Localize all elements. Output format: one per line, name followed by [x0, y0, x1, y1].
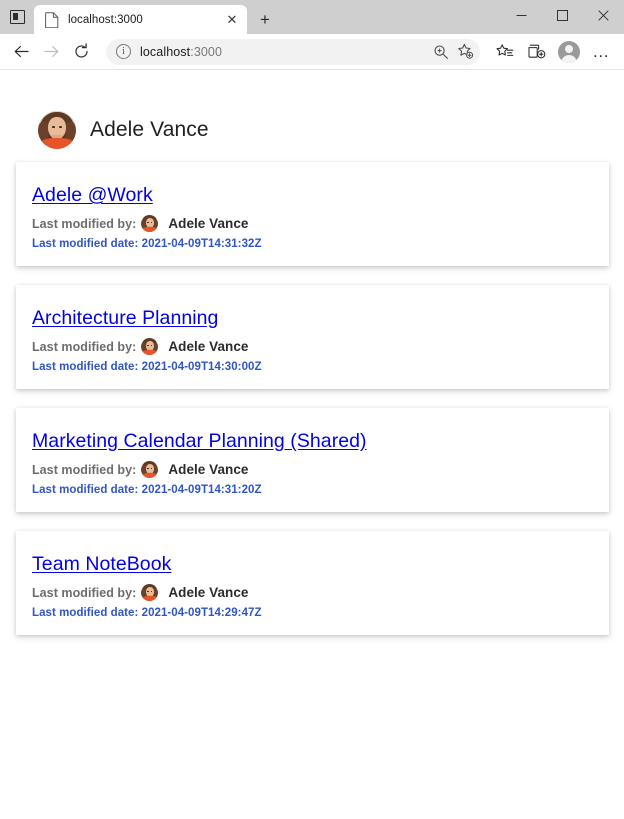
- notebook-link[interactable]: Marketing Calendar Planning (Shared): [32, 430, 367, 453]
- minimize-button[interactable]: [501, 0, 542, 30]
- list-item[interactable]: Adele @Work Last modified by: Adele Vanc…: [16, 162, 609, 266]
- favorites-button[interactable]: [490, 37, 520, 67]
- back-arrow-icon: [14, 45, 29, 58]
- modified-by-name: Adele Vance: [168, 462, 249, 477]
- profile-avatar-icon: [558, 40, 580, 63]
- forward-arrow-icon: [43, 45, 58, 58]
- url-suffix: :3000: [190, 44, 223, 59]
- tab-strip: localhost:3000 ✕ +: [0, 0, 624, 34]
- modified-date: Last modified date: 2021-04-09T14:30:00Z: [32, 361, 262, 373]
- refresh-button[interactable]: [66, 37, 96, 67]
- page-viewport: Adele Vance Adele @Work Last modified by…: [0, 70, 624, 819]
- modified-date: Last modified date: 2021-04-09T14:29:47Z: [32, 607, 262, 619]
- address-bar[interactable]: i localhost:3000: [106, 38, 480, 65]
- modified-by-label: Last modified by:: [32, 462, 137, 477]
- notebook-modified-by: Last modified by: Adele Vance: [32, 461, 609, 478]
- page-header: Adele Vance: [0, 70, 624, 162]
- avatar: [141, 584, 159, 601]
- modified-by-label: Last modified by:: [32, 339, 137, 354]
- profile-button[interactable]: [554, 37, 584, 67]
- maximize-button[interactable]: [542, 0, 583, 30]
- zoom-search-icon: [434, 44, 448, 59]
- forward-button[interactable]: [36, 37, 66, 67]
- notebook-modified-by: Last modified by: Adele Vance: [32, 338, 609, 355]
- favorites-star-list-icon: [496, 43, 514, 56]
- list-item[interactable]: Team NoteBook Last modified by: Adele Va…: [16, 531, 609, 635]
- tab-title: localhost:3000: [68, 13, 143, 26]
- modified-date: Last modified date: 2021-04-09T14:31:20Z: [32, 484, 262, 496]
- modified-date: Last modified date: 2021-04-09T14:31:32Z: [32, 238, 262, 250]
- site-info-icon[interactable]: i: [116, 44, 131, 59]
- tab-actions-menu-button[interactable]: [0, 0, 34, 34]
- collections-icon: [528, 44, 546, 58]
- modified-by-name: Adele Vance: [168, 585, 249, 600]
- avatar: [38, 111, 76, 149]
- notebook-modified-by: Last modified by: Adele Vance: [32, 215, 609, 232]
- browser-window: localhost:3000 ✕ + i localhost:3000 … Ad…: [0, 0, 624, 819]
- modified-by-name: Adele Vance: [168, 216, 249, 231]
- close-window-button[interactable]: [583, 0, 624, 30]
- page-title: Adele Vance: [90, 118, 209, 141]
- immersive-reader-button[interactable]: [429, 40, 453, 64]
- url-text: localhost:3000: [140, 45, 429, 59]
- settings-and-more-button[interactable]: …: [586, 37, 616, 67]
- url-prefix: localhost: [140, 44, 191, 59]
- window-controls: [501, 0, 624, 34]
- refresh-icon: [74, 43, 88, 58]
- ellipsis-icon: …: [592, 42, 610, 61]
- page-icon: [45, 11, 59, 28]
- close-icon[interactable]: ✕: [223, 11, 241, 29]
- tab-actions-icon: [9, 10, 25, 24]
- star-plus-icon: [457, 43, 473, 59]
- modified-by-label: Last modified by:: [32, 585, 137, 600]
- notebook-list: Adele @Work Last modified by: Adele Vanc…: [0, 162, 624, 635]
- new-tab-button[interactable]: +: [252, 6, 278, 32]
- modified-by-label: Last modified by:: [32, 216, 137, 231]
- modified-by-name: Adele Vance: [168, 339, 249, 354]
- notebook-link[interactable]: Adele @Work: [32, 184, 153, 207]
- back-button[interactable]: [6, 37, 36, 67]
- add-favorite-button[interactable]: [453, 40, 477, 64]
- avatar: [141, 215, 159, 232]
- collections-button[interactable]: [522, 37, 552, 67]
- avatar: [141, 338, 159, 355]
- avatar: [141, 461, 159, 478]
- notebook-modified-by: Last modified by: Adele Vance: [32, 584, 609, 601]
- browser-tab-active[interactable]: localhost:3000 ✕: [34, 5, 247, 34]
- list-item[interactable]: Architecture Planning Last modified by: …: [16, 285, 609, 389]
- notebook-link[interactable]: Team NoteBook: [32, 553, 171, 576]
- notebook-link[interactable]: Architecture Planning: [32, 307, 218, 330]
- list-item[interactable]: Marketing Calendar Planning (Shared) Las…: [16, 408, 609, 512]
- browser-toolbar: i localhost:3000 …: [0, 34, 624, 70]
